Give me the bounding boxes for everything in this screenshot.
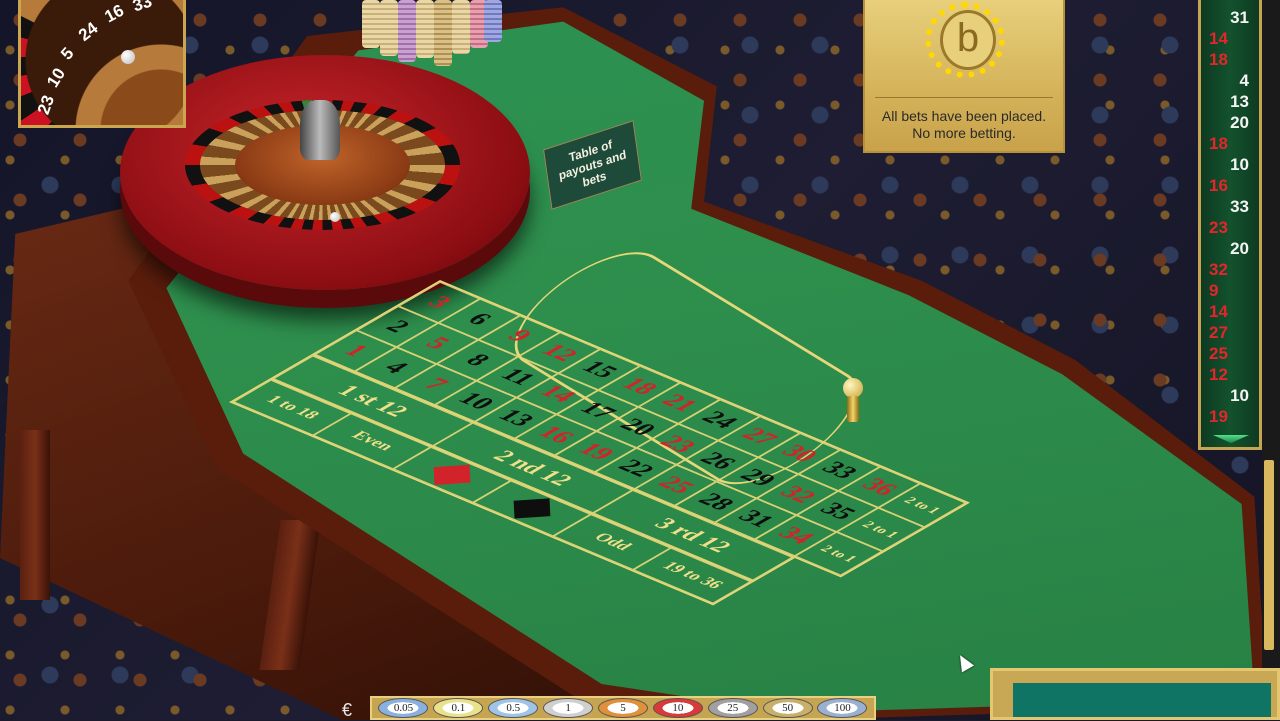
- history-entry: 16: [1209, 176, 1228, 195]
- wheel-turret: [300, 100, 340, 160]
- history-entry: 33: [1230, 197, 1249, 216]
- history-entry: 18: [1209, 50, 1228, 69]
- history-entry: 14: [1209, 29, 1228, 48]
- win-marker-dolly: [843, 378, 863, 424]
- chip-5[interactable]: 5: [597, 698, 648, 718]
- black-diamond-icon: [513, 498, 551, 519]
- info-panel: b All bets have been placed. No more bet…: [863, 0, 1065, 153]
- results-history: 31 14 18 4 13 20 18 10 16 33 23 20 32 9 14 27 25 12 10 19: [1198, 0, 1262, 450]
- closeup-ball: [121, 50, 135, 64]
- history-entry: 20: [1230, 113, 1249, 132]
- brand-logo: b: [925, 2, 1005, 78]
- chip-50[interactable]: 50: [762, 698, 813, 718]
- side-scroll-strip: [1262, 0, 1280, 720]
- panel-screen: [1013, 683, 1271, 717]
- history-entry: 9: [1209, 281, 1219, 300]
- chip-tray: 0.05 0.1 0.5 1 5 10 25 50 100: [370, 696, 876, 720]
- history-entry: 18: [1209, 134, 1228, 153]
- history-entry: 14: [1209, 302, 1228, 321]
- history-entry: 32: [1209, 260, 1228, 279]
- chip-25[interactable]: 25: [707, 698, 758, 718]
- history-entry: 19: [1209, 407, 1228, 426]
- history-entry: 4: [1239, 71, 1249, 90]
- history-entry: 23: [1209, 218, 1228, 237]
- history-entry: 27: [1209, 323, 1228, 342]
- roulette-ball: [330, 212, 340, 222]
- chip-0.5[interactable]: 0.5: [488, 698, 539, 718]
- chip-0.05[interactable]: 0.05: [378, 698, 429, 718]
- red-diamond-icon: [433, 464, 471, 485]
- chip-10[interactable]: 10: [652, 698, 703, 718]
- wheel-closeup-view: 23 10 5 24 16 33: [18, 0, 186, 128]
- chip-1[interactable]: 1: [543, 698, 594, 718]
- currency-symbol: €: [342, 700, 353, 720]
- side-panel-handle[interactable]: [1264, 460, 1274, 650]
- status-message: All bets have been placed. No more betti…: [881, 108, 1047, 141]
- divider: [875, 97, 1053, 98]
- history-entry: 25: [1209, 344, 1228, 363]
- table-leg: [20, 430, 50, 600]
- bottom-right-panel: [990, 668, 1280, 720]
- scroll-down-arrow-icon[interactable]: [1213, 435, 1249, 443]
- history-entry: 12: [1209, 365, 1228, 384]
- chip-100[interactable]: 100: [817, 698, 868, 718]
- history-entry: 13: [1230, 92, 1249, 111]
- history-entry: 20: [1230, 239, 1249, 258]
- logo-letter: b: [940, 10, 996, 70]
- history-entry: 31: [1230, 8, 1249, 27]
- history-entry: 10: [1230, 155, 1249, 174]
- chip-0.1[interactable]: 0.1: [433, 698, 484, 718]
- history-entry: 10: [1230, 386, 1249, 405]
